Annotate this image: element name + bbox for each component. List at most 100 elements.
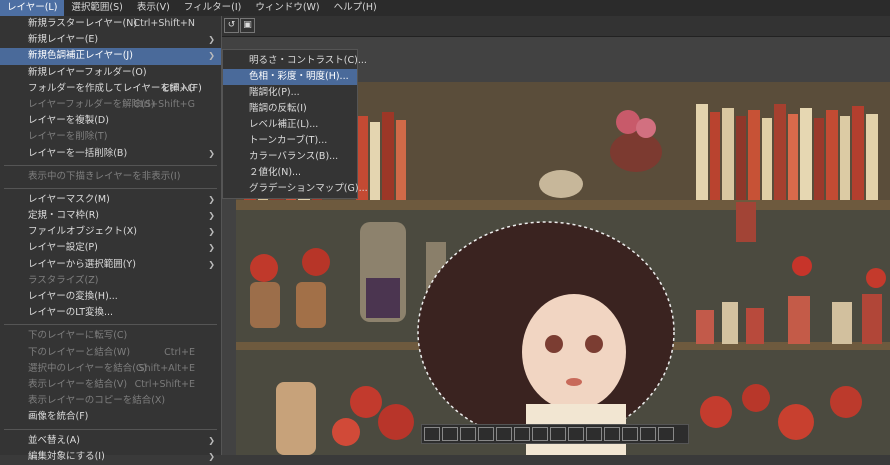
menu-item-label: 表示レイヤーを結合(V) bbox=[28, 378, 128, 390]
menu-item-shortcut: Ctrl+Shift+E bbox=[134, 378, 195, 390]
menu-item: レイヤーフォルダーを解除(S) Ctrl+Shift+G bbox=[0, 97, 221, 113]
toolbar-button[interactable]: ↺ bbox=[224, 18, 239, 33]
menu-item[interactable]: 新規レイヤー(E) ❯ bbox=[0, 32, 221, 48]
menu-item[interactable]: レイヤー設定(P) ❯ bbox=[0, 240, 221, 256]
menu-item[interactable]: レイヤーを一括削除(B) ❯ bbox=[0, 146, 221, 162]
submenu-item[interactable]: 色相・彩度・明度(H)... bbox=[223, 69, 357, 85]
submenu-item[interactable]: トーンカーブ(T)... bbox=[223, 133, 357, 149]
selection-tool-icon[interactable] bbox=[460, 427, 476, 441]
menu-item-label: ファイルオブジェクト(X) bbox=[28, 226, 137, 238]
submenu-item[interactable]: ２値化(N)... bbox=[223, 165, 357, 181]
chevron-right-icon: ❯ bbox=[208, 148, 215, 158]
selection-tool-icon[interactable] bbox=[478, 427, 494, 441]
chevron-right-icon: ❯ bbox=[208, 259, 215, 269]
menu-item-shortcut: Shift+Alt+E bbox=[138, 362, 195, 374]
menu-item: 表示レイヤーを結合(V) Ctrl+Shift+E bbox=[0, 377, 221, 393]
menu-separator bbox=[4, 324, 217, 326]
submenu-item[interactable]: グラデーションマップ(G)... bbox=[223, 181, 368, 197]
chevron-right-icon: ❯ bbox=[208, 194, 215, 204]
menubar-item[interactable]: 表示(V) bbox=[130, 0, 177, 16]
selection-tool-icon[interactable] bbox=[514, 427, 530, 441]
menu-item: ラスタライズ(Z) bbox=[0, 273, 221, 289]
menu-item-label: 画像を統合(F) bbox=[28, 411, 89, 423]
submenu-item[interactable]: 明るさ・コントラスト(C)... bbox=[223, 53, 367, 69]
menubar-item[interactable]: フィルター(I) bbox=[177, 0, 249, 16]
selection-tool-icon[interactable] bbox=[568, 427, 584, 441]
menu-item-label: ラスタライズ(Z) bbox=[28, 274, 99, 286]
canvas-tool-button[interactable]: ▣ bbox=[240, 18, 255, 33]
menu-item[interactable]: レイヤーマスク(M) ❯ bbox=[0, 192, 221, 208]
menu-item-label: 新規レイヤーフォルダー(O) bbox=[28, 66, 147, 78]
selection-tool-icon[interactable] bbox=[496, 427, 512, 441]
menu-item-label: レイヤーの変換(H)... bbox=[28, 291, 118, 302]
menu-item-label: 表示中の下描きレイヤーを非表示(I) bbox=[28, 170, 181, 182]
menu-item-label: 下のレイヤーに転写(C) bbox=[28, 330, 128, 342]
menu-item-shortcut: Ctrl+E bbox=[164, 346, 195, 358]
submenu-item[interactable]: 階調化(P)... bbox=[223, 85, 357, 101]
menu-item-label: 新規色調補正レイヤー(J) bbox=[28, 50, 133, 62]
menu-item: 表示中の下描きレイヤーを非表示(I) bbox=[0, 169, 221, 185]
menu-item: 下のレイヤーと結合(W) Ctrl+E bbox=[0, 345, 221, 361]
menu-item: 選択中のレイヤーを結合(G) Shift+Alt+E bbox=[0, 361, 221, 377]
menu-item[interactable]: 新規色調補正レイヤー(J) ❯ bbox=[0, 48, 221, 65]
chevron-right-icon: ❯ bbox=[208, 243, 215, 253]
menu-item: レイヤーを削除(T) bbox=[0, 129, 221, 145]
adjustment-layer-submenu: 明るさ・コントラスト(C)... 色相・彩度・明度(H)... 階調化(P)... 階… bbox=[222, 49, 368, 199]
menu-item-label: レイヤーのLT変換... bbox=[28, 307, 114, 319]
menubar-item[interactable]: レイヤー(L) bbox=[0, 0, 65, 16]
menu-bar: レイヤー(L) 選択範囲(S) 表示(V) フィルター(I) ウィンドウ(W) ヘルプ(H… bbox=[0, 0, 890, 17]
menu-item-label: 下のレイヤーと結合(W) bbox=[28, 346, 131, 358]
menu-item-label: レイヤーを削除(T) bbox=[28, 131, 108, 143]
menubar-item[interactable]: 選択範囲(S) bbox=[64, 0, 129, 16]
selection-tool-icon[interactable] bbox=[622, 427, 638, 441]
menu-item[interactable]: 新規ラスターレイヤー(N) Ctrl+Shift+N bbox=[0, 16, 221, 32]
menu-item[interactable]: レイヤーから選択範囲(Y) ❯ bbox=[0, 257, 221, 273]
menu-item-label: 表示レイヤーのコピーを結合(X) bbox=[28, 395, 166, 407]
submenu-item[interactable]: 階調の反転(I) bbox=[223, 101, 357, 117]
menu-item-shortcut: Ctrl+Shift+N bbox=[133, 18, 195, 29]
menu-item: 表示レイヤーのコピーを結合(X) bbox=[0, 393, 221, 409]
selection-tool-icon[interactable] bbox=[586, 427, 602, 441]
menu-item[interactable]: レイヤーを複製(D) bbox=[0, 113, 221, 129]
menu-item[interactable]: 並べ替え(A) ❯ bbox=[0, 433, 221, 449]
selection-tool-icon[interactable] bbox=[442, 427, 458, 441]
toolbar: ↺ ▣ bbox=[222, 16, 890, 37]
menu-item-label: レイヤーマスク(M) bbox=[28, 193, 110, 205]
menu-item-label: レイヤーを一括削除(B) bbox=[28, 147, 128, 159]
submenu-item[interactable]: レベル補正(L)... bbox=[223, 117, 357, 133]
menu-item[interactable]: レイヤーの変換(H)... bbox=[0, 289, 221, 305]
chevron-right-icon: ❯ bbox=[208, 227, 215, 237]
menu-item[interactable]: 編集対象にする(I) ❯ bbox=[0, 449, 221, 465]
menu-item-shortcut: Ctrl+Shift+G bbox=[133, 98, 195, 110]
menu-item[interactable]: フォルダーを作成してレイヤーを挿入(F) Ctrl+G bbox=[0, 81, 221, 97]
chevron-right-icon: ❯ bbox=[208, 435, 215, 445]
menu-item-label: 編集対象にする(I) bbox=[28, 450, 105, 462]
selection-tool-icon[interactable] bbox=[658, 427, 674, 441]
menu-item[interactable]: 画像を統合(F) bbox=[0, 409, 221, 425]
menu-separator bbox=[4, 164, 217, 166]
menu-item-label: 選択中のレイヤーを結合(G) bbox=[28, 362, 147, 374]
menu-item[interactable]: 定規・コマ枠(R) ❯ bbox=[0, 208, 221, 224]
selection-tool-icon[interactable] bbox=[424, 427, 440, 441]
submenu-item[interactable]: カラーバランス(B)... bbox=[223, 149, 357, 165]
menu-item-label: 並べ替え(A) bbox=[28, 434, 80, 446]
menu-item[interactable]: レイヤーのLT変換... bbox=[0, 305, 221, 321]
selection-tool-icon[interactable] bbox=[532, 427, 548, 441]
menu-item-label: レイヤーを複製(D) bbox=[28, 115, 109, 127]
chevron-right-icon: ❯ bbox=[208, 211, 215, 221]
selection-tool-icon[interactable] bbox=[604, 427, 620, 441]
menu-item-shortcut: Ctrl+G bbox=[162, 82, 195, 94]
chevron-right-icon: ❯ bbox=[208, 51, 215, 61]
menu-item[interactable]: 新規レイヤーフォルダー(O) bbox=[0, 65, 221, 81]
menubar-item[interactable]: ヘルプ(H) bbox=[327, 0, 384, 16]
menu-item: 下のレイヤーに転写(C) bbox=[0, 328, 221, 344]
selection-tool-icon[interactable] bbox=[550, 427, 566, 441]
layer-menu-dropdown: 新規ラスターレイヤー(N) Ctrl+Shift+N 新規レイヤー(E) ❯ 新規色調補… bbox=[0, 16, 222, 462]
menu-separator bbox=[4, 428, 217, 430]
selection-tool-icon[interactable] bbox=[640, 427, 656, 441]
selection-launcher-toolbar bbox=[421, 424, 689, 444]
menu-item[interactable]: ファイルオブジェクト(X) ❯ bbox=[0, 224, 221, 240]
menu-item-label: レイヤーから選択範囲(Y) bbox=[28, 258, 136, 270]
menu-item-label: レイヤー設定(P) bbox=[28, 242, 98, 254]
menubar-item[interactable]: ウィンドウ(W) bbox=[248, 0, 326, 16]
